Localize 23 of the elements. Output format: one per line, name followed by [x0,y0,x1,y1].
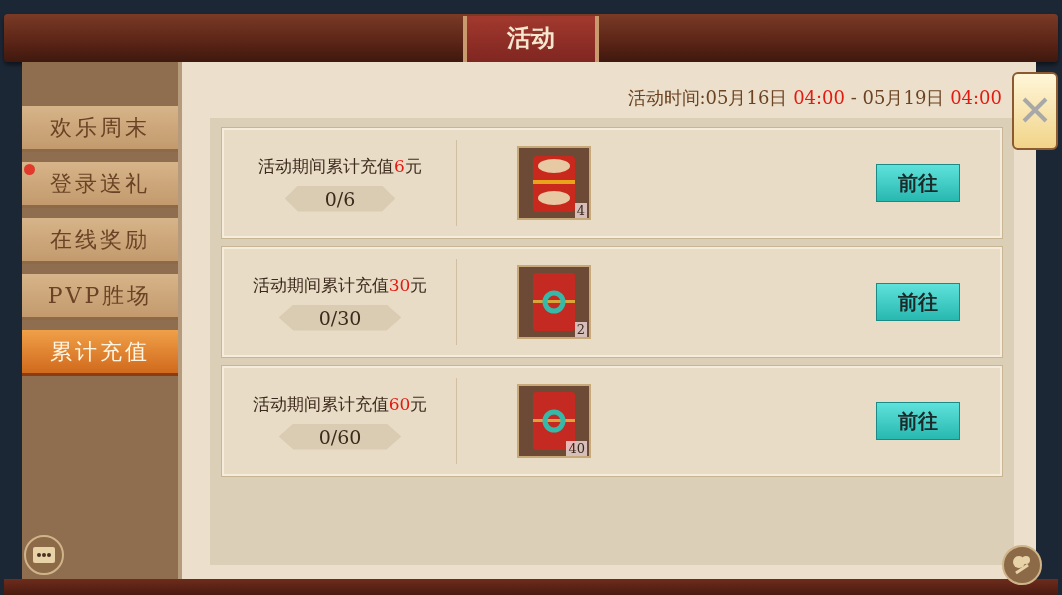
progress-label: 0/30 [278,304,402,331]
sidebar-tab[interactable]: PVP胜场 [22,274,178,320]
reward-item[interactable]: 40 [517,384,591,458]
go-button[interactable]: 前往 [876,164,960,202]
go-button[interactable]: 前往 [876,402,960,440]
close-button[interactable] [1012,72,1058,150]
go-button[interactable]: 前往 [876,283,960,321]
task-description: 活动期间累计充值30元 [252,273,428,297]
chat-icon[interactable] [24,535,64,575]
item-count: 4 [574,203,587,218]
reward-item[interactable]: 4 [517,146,591,220]
sidebar-tab[interactable]: 欢乐周末 [22,106,178,152]
item-count: 2 [574,322,587,337]
item-count: 40 [566,441,587,456]
progress-label: 0/6 [284,185,396,212]
task-description: 活动期间累计充值60元 [252,392,428,416]
reward-item[interactable]: 2 [517,265,591,339]
window-title: 活动 [463,16,599,64]
task-description: 活动期间累计充值6元 [258,154,422,178]
sidebar-tab[interactable]: 在线奖励 [22,218,178,264]
progress-label: 0/60 [278,423,402,450]
event-time: 活动时间:05月16日 04:00 - 05月19日 04:00 [627,86,1003,110]
sidebar-tab[interactable]: 登录送礼 [22,162,178,208]
